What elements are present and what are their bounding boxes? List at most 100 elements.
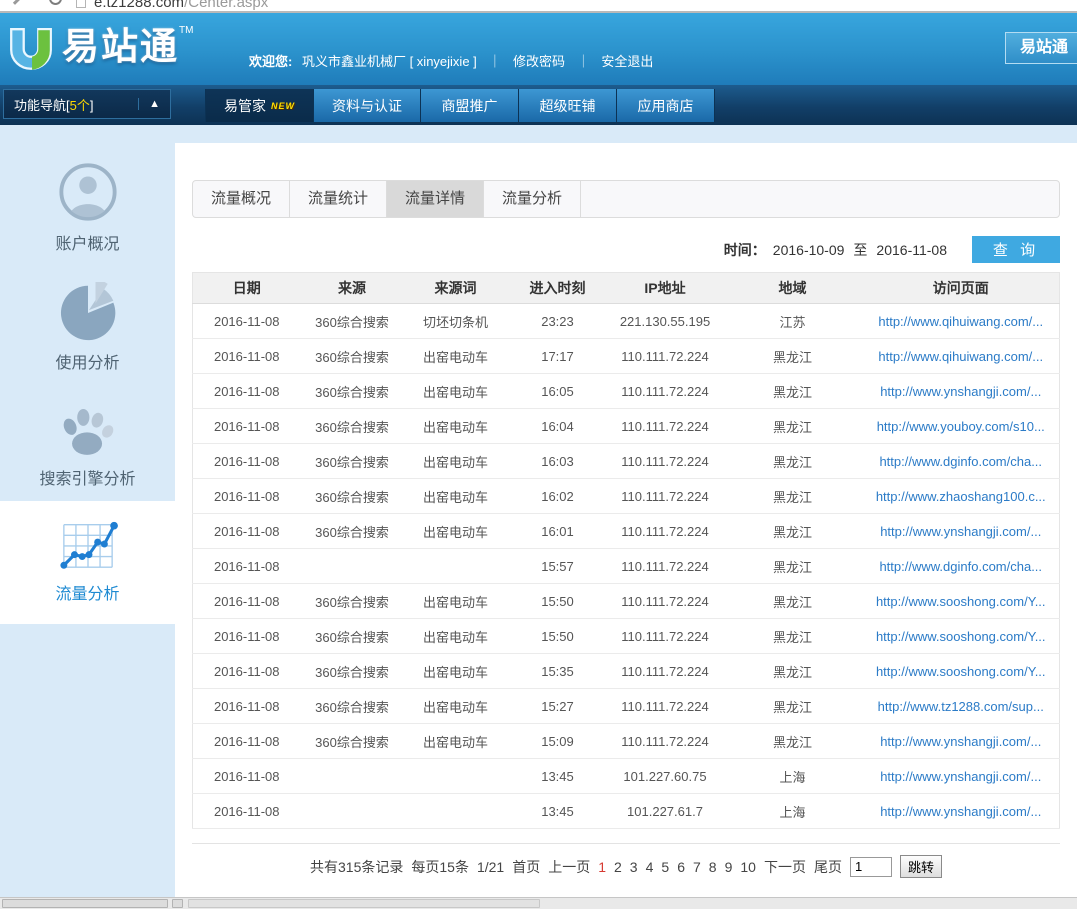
- pie-icon: [58, 282, 118, 342]
- jump-button[interactable]: 跳转: [900, 855, 942, 878]
- sidebar-item-search-engine-analysis[interactable]: 搜索引擎分析: [0, 403, 175, 489]
- table-cell: 16:04: [508, 409, 608, 444]
- table-cell: 2016-11-08: [193, 689, 301, 724]
- page-number-link[interactable]: 1: [598, 859, 606, 875]
- table-cell: 101.227.61.7: [608, 794, 723, 829]
- tab-traffic-stats[interactable]: 流量统计: [290, 181, 387, 217]
- prev-page-link[interactable]: 上一页: [548, 857, 590, 877]
- sidebar-item-usage-analysis[interactable]: 使用分析: [0, 282, 175, 373]
- table-cell: 360综合搜索: [301, 304, 404, 339]
- table-cell: 110.111.72.224: [608, 374, 723, 409]
- table-cell: 110.111.72.224: [608, 654, 723, 689]
- page-number-link[interactable]: 2: [614, 859, 622, 875]
- to-label: 至: [853, 240, 867, 260]
- tab-traffic-analysis[interactable]: 流量分析: [484, 181, 581, 217]
- first-page-link[interactable]: 首页: [512, 857, 540, 877]
- table-cell: 黑龙江: [723, 479, 863, 514]
- function-nav-dropdown[interactable]: 功能导航[5个] ▲: [3, 89, 171, 119]
- visited-page-cell: http://www.ynshangji.com/...: [863, 759, 1060, 794]
- collapse-arrow-icon[interactable]: ▲: [138, 98, 160, 110]
- visited-page-link[interactable]: http://www.tz1288.com/sup...: [878, 699, 1044, 714]
- visited-page-link[interactable]: http://www.ynshangji.com/...: [880, 524, 1041, 539]
- table-cell: 黑龙江: [723, 584, 863, 619]
- visited-page-link[interactable]: http://www.ynshangji.com/...: [880, 384, 1041, 399]
- table-body: 2016-11-08360综合搜索切坯切条机23:23221.130.55.19…: [193, 304, 1060, 829]
- table-cell: 黑龙江: [723, 374, 863, 409]
- nav-tab-wangpu[interactable]: 超级旺铺: [519, 89, 617, 122]
- main-navbar: 功能导航[5个] ▲ 易管家 NEW 资料与认证 商盟推广 超级旺铺 应用商店: [0, 85, 1077, 125]
- pagination-pages: 123456789 10: [594, 859, 760, 875]
- visited-page-link[interactable]: http://www.ynshangji.com/...: [880, 769, 1041, 784]
- table-cell: 360综合搜索: [301, 724, 404, 759]
- change-password-link[interactable]: 修改密码: [513, 54, 565, 69]
- scrollbar-thumb[interactable]: [188, 899, 540, 908]
- table-cell: 出窑电动车: [404, 339, 508, 374]
- page-number-link[interactable]: 9: [725, 859, 733, 875]
- sidebar-item-traffic-analysis[interactable]: 流量分析: [0, 501, 175, 624]
- visited-page-link[interactable]: http://www.youboy.com/s10...: [877, 419, 1045, 434]
- yizhantong-button[interactable]: 易站通: [1005, 32, 1077, 64]
- scrollbar-thumb[interactable]: [172, 899, 183, 908]
- tab-traffic-detail[interactable]: 流量详情: [387, 181, 484, 217]
- table-cell: 出窑电动车: [404, 444, 508, 479]
- table-cell: 上海: [723, 759, 863, 794]
- nav-tab-shangdian[interactable]: 应用商店: [617, 89, 715, 122]
- visited-page-link[interactable]: http://www.zhaoshang100.c...: [876, 489, 1046, 504]
- table-cell: 2016-11-08: [193, 549, 301, 584]
- table-cell: 2016-11-08: [193, 479, 301, 514]
- search-button[interactable]: 查 询: [972, 236, 1060, 263]
- table-cell: 16:03: [508, 444, 608, 479]
- visited-page-link[interactable]: http://www.sooshong.com/Y...: [876, 594, 1046, 609]
- jump-page-input[interactable]: [850, 857, 892, 877]
- visited-page-link[interactable]: http://www.qihuiwang.com/...: [878, 349, 1043, 364]
- visited-page-link[interactable]: http://www.dginfo.com/cha...: [879, 454, 1042, 469]
- nav-tab-yiguanjia[interactable]: 易管家 NEW: [205, 89, 314, 122]
- divider: [192, 843, 1060, 844]
- logout-link[interactable]: 安全退出: [601, 54, 653, 69]
- visited-page-link[interactable]: http://www.dginfo.com/cha...: [879, 559, 1042, 574]
- page-number-link[interactable]: 10: [740, 859, 756, 875]
- page-number-link[interactable]: 3: [630, 859, 638, 875]
- visited-page-cell: http://www.ynshangji.com/...: [863, 724, 1060, 759]
- page-number-link[interactable]: 8: [709, 859, 717, 875]
- date-to-field[interactable]: 2016-11-08: [876, 242, 947, 258]
- scrollbar-thumb[interactable]: [2, 899, 168, 908]
- last-page-link[interactable]: 尾页: [814, 857, 842, 877]
- table-cell: 15:35: [508, 654, 608, 689]
- forward-icon[interactable]: [5, 0, 25, 5]
- page-number-link[interactable]: 5: [661, 859, 669, 875]
- visited-page-link[interactable]: http://www.sooshong.com/Y...: [876, 664, 1046, 679]
- url-path: /Center.aspx: [184, 0, 268, 11]
- company-name: 巩义市鑫业机械厂 [ xinyejixie ]: [302, 54, 477, 69]
- visited-page-link[interactable]: http://www.qihuiwang.com/...: [878, 314, 1043, 329]
- nav-tab-ziliao[interactable]: 资料与认证: [314, 89, 421, 122]
- table-row: 2016-11-08360综合搜索出窑电动车16:04110.111.72.22…: [193, 409, 1060, 444]
- table-cell: 2016-11-08: [193, 794, 301, 829]
- col-source-keyword: 来源词: [404, 273, 508, 304]
- line-chart-icon: [56, 517, 120, 573]
- table-cell: 黑龙江: [723, 619, 863, 654]
- visited-page-link[interactable]: http://www.ynshangji.com/...: [880, 804, 1041, 819]
- visited-page-link[interactable]: http://www.sooshong.com/Y...: [876, 629, 1046, 644]
- sidebar: 账户概况 使用分析 搜索引擎分析: [0, 125, 175, 897]
- table-row: 2016-11-08360综合搜索出窑电动车15:50110.111.72.22…: [193, 619, 1060, 654]
- date-from-field[interactable]: 2016-10-09: [773, 242, 845, 258]
- table-cell: [301, 759, 404, 794]
- visited-page-link[interactable]: http://www.ynshangji.com/...: [880, 734, 1041, 749]
- table-cell: 2016-11-08: [193, 374, 301, 409]
- page-number-link[interactable]: 7: [693, 859, 701, 875]
- traffic-table: 日期 来源 来源词 进入时刻 IP地址 地域 访问页面 2016-11-0836…: [192, 272, 1060, 829]
- next-page-link[interactable]: 下一页: [764, 857, 806, 877]
- table-cell: [404, 759, 508, 794]
- tab-traffic-overview[interactable]: 流量概况: [193, 181, 290, 217]
- page-number-link[interactable]: 4: [646, 859, 654, 875]
- table-cell: 黑龙江: [723, 724, 863, 759]
- browser-url-bar[interactable]: e.tz1288.com/Center.aspx: [76, 0, 1077, 12]
- table-cell: 110.111.72.224: [608, 584, 723, 619]
- date-filter-bar: 时间： 2016-10-09 至 2016-11-08 查 询: [192, 236, 1060, 263]
- reload-icon[interactable]: [49, 0, 62, 5]
- nav-tab-shangmeng[interactable]: 商盟推广: [421, 89, 519, 122]
- sidebar-item-account-overview[interactable]: 账户概况: [0, 161, 175, 254]
- page-number-link[interactable]: 6: [677, 859, 685, 875]
- function-nav-label: 功能导航[5个]: [14, 95, 93, 114]
